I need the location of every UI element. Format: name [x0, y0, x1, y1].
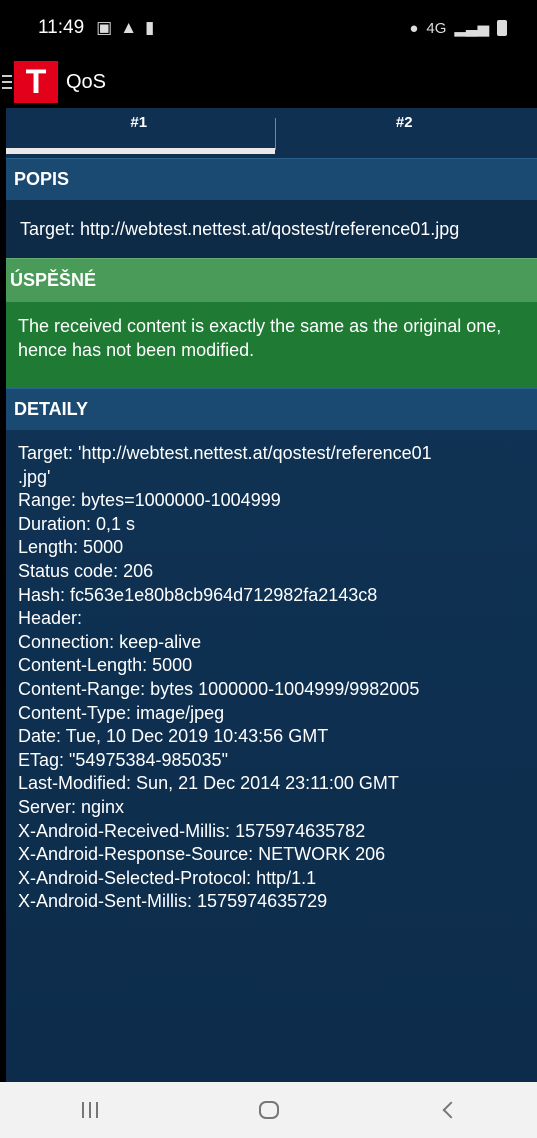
detail-line: Server: nginx: [18, 796, 125, 817]
detail-line: Target: 'http://webtest.nettest.at/qoste…: [18, 443, 432, 463]
detail-line: Last-Modified: Sun, 21 Dec 2014 23:11:00…: [18, 773, 399, 794]
detail-line: Range: bytes=1000000-1004999: [18, 490, 281, 511]
detail-line: Date: Tue, 10 Dec 2019 10:43:56 GMT: [18, 726, 329, 747]
back-icon: [442, 1101, 459, 1119]
popis-header: POPIS: [6, 158, 537, 200]
detail-line: Connection: keep-alive: [18, 631, 202, 652]
recents-icon: [81, 1102, 98, 1118]
detail-line: ETag: "54975384-985035": [18, 749, 228, 770]
system-nav-bar: [0, 1082, 537, 1138]
signal-icon: ▂▃▅: [454, 20, 489, 37]
battery-icon: [497, 20, 507, 36]
detail-line: Content-Range: bytes 1000000-1004999/998…: [18, 678, 420, 699]
detail-line: Hash: fc563e1e80b8cb964d712982fa2143c8: [18, 584, 378, 605]
details-body: Target: 'http://webtest.nettest.at/qoste…: [6, 430, 537, 926]
status-bar: 11:49 ▣ ▲ ▮ ● 4G ▂▃▅: [0, 0, 537, 56]
app-logo: T: [14, 61, 58, 103]
home-icon: [258, 1101, 279, 1119]
detail-line: Duration: 0,1 s: [18, 513, 136, 534]
home-button[interactable]: [239, 1090, 299, 1130]
detail-line: Header:: [18, 608, 83, 629]
popis-body: Target: http://webtest.nettest.at/qostes…: [6, 200, 537, 258]
details-header: DETAILY: [6, 388, 537, 430]
detail-line: Length: 5000: [18, 537, 124, 558]
detail-line: X-Android-Sent-Millis: 1575974635729: [18, 891, 328, 912]
popis-text: Target: http://webtest.nettest.at/qostes…: [20, 218, 460, 239]
detail-line: .jpg': [18, 466, 51, 487]
app-bar: T QoS: [0, 56, 537, 108]
detail-line: X-Android-Response-Source: NETWORK 206: [18, 844, 386, 865]
menu-icon[interactable]: [2, 75, 12, 89]
app-title: QoS: [66, 70, 107, 93]
tab-divider: [275, 118, 276, 150]
detail-line: X-Android-Selected-Protocol: http/1.1: [18, 867, 317, 888]
back-button[interactable]: [418, 1090, 478, 1130]
detail-line: Content-Type: image/jpeg: [18, 702, 225, 723]
result-header: ÚSPĚŠNÉ: [6, 258, 537, 302]
status-time: 11:49: [38, 17, 85, 38]
tab-bar: #1 #2: [6, 108, 537, 158]
detail-line: X-Android-Received-Millis: 1575974635782: [18, 820, 366, 841]
content-area: #1 #2 POPIS Target: http://webtest.nette…: [6, 108, 537, 1082]
recents-button[interactable]: [60, 1090, 120, 1130]
detail-line: Content-Length: 5000: [18, 655, 193, 676]
location-icon: ●: [409, 19, 419, 37]
gallery-icon: ▣: [96, 18, 113, 37]
warning-icon: ▲: [120, 18, 138, 37]
storage-icon: ▮: [145, 18, 155, 37]
status-right: ● 4G ▂▃▅: [409, 19, 507, 37]
detail-line: Status code: 206: [18, 560, 154, 581]
tab-2[interactable]: #2: [272, 108, 537, 158]
result-text: The received content is exactly the same…: [6, 302, 537, 388]
tab-indicator: [6, 148, 275, 154]
network-label: 4G: [426, 19, 447, 37]
